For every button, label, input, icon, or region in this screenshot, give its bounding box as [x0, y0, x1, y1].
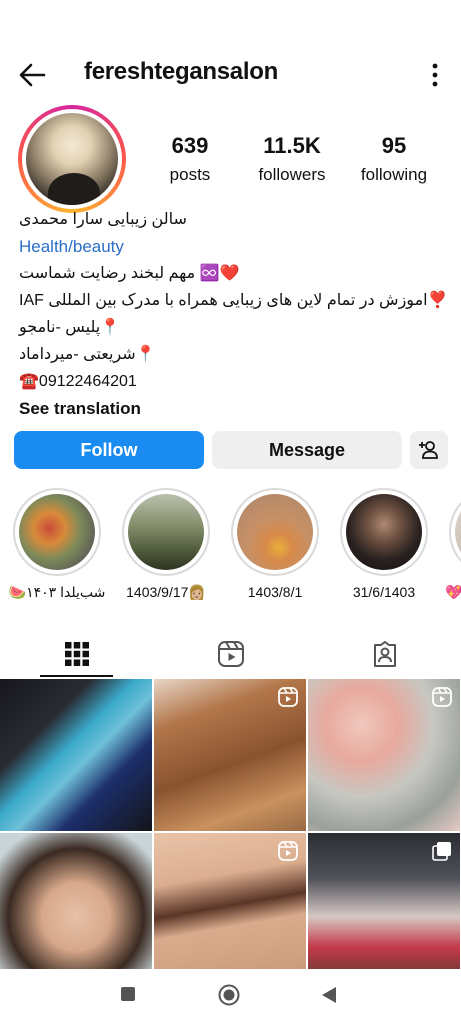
bio-line: 📍شریعتی -میرداماد — [19, 346, 156, 363]
multi-photo-icon — [432, 842, 451, 861]
bio-name: سالن زیبایی سارا محمدی — [19, 211, 187, 228]
highlight-item[interactable]: 🍉شب‌یلدا ۱۴۰۳ — [7, 488, 107, 601]
stat-following-label: following — [360, 165, 428, 184]
back-triangle-icon[interactable] — [320, 986, 338, 1004]
stat-posts-label: posts — [169, 165, 211, 184]
tagged-person-icon — [373, 641, 396, 667]
stat-followers-label: followers — [258, 165, 326, 184]
post-thumbnail[interactable] — [154, 679, 306, 831]
highlight-item[interactable]: 1403/8/1 — [225, 488, 325, 600]
story-highlights: 🍉شب‌یلدا ۱۴۰۳ 1403/9/17👩🏼 1403/8/1 31/6/… — [0, 488, 461, 608]
posts-grid — [0, 679, 461, 985]
see-translation-link[interactable]: See translation — [19, 395, 439, 422]
active-tab-indicator — [40, 675, 113, 677]
tab-reels[interactable] — [154, 630, 307, 678]
tab-tagged[interactable] — [308, 630, 461, 678]
follow-button[interactable]: Follow — [14, 431, 204, 469]
stat-posts-count: 639 — [171, 133, 209, 158]
post-thumbnail[interactable] — [308, 833, 460, 985]
stat-followers[interactable]: 11.5K followers — [242, 133, 342, 185]
highlight-caption: 1403/9/17👩🏼 — [126, 584, 206, 600]
stat-following-count: 95 — [381, 133, 407, 158]
more-options-icon[interactable] — [431, 62, 439, 88]
stat-posts[interactable]: 639 posts — [140, 133, 240, 185]
post-thumbnail[interactable] — [308, 679, 460, 831]
highlight-caption: 🍉شب‌یلدا ۱۴۰۳ — [8, 584, 106, 600]
highlight-cover — [346, 494, 422, 570]
highlight-caption: 31/6/1403 — [352, 584, 416, 600]
profile-tabs — [0, 630, 461, 678]
grid-icon — [64, 642, 89, 666]
reel-indicator-icon — [278, 841, 298, 861]
highlight-caption: 1403/8/1 — [247, 584, 303, 600]
stat-followers-count: 11.5K — [263, 133, 321, 158]
stat-following[interactable]: 95 following — [344, 133, 444, 185]
reels-icon — [217, 641, 244, 667]
bio-line: IAF اموزش در تمام لاین های زیبایی همراه … — [19, 292, 448, 309]
post-thumbnail[interactable] — [0, 679, 152, 831]
profile-stats: 639 posts 11.5K followers 95 following — [140, 133, 461, 193]
highlight-cover — [19, 494, 95, 570]
message-button[interactable]: Message — [212, 431, 402, 469]
profile-username: fereshtegansalon — [84, 58, 278, 85]
profile-bio: سالن زیبایی سارا محمدی Health/beauty ❤️♾… — [19, 206, 448, 422]
highlight-cover — [237, 494, 313, 570]
highlight-caption: 💖 — [445, 584, 461, 600]
highlight-item[interactable]: 31/6/1403 — [334, 488, 434, 600]
bio-line: 📍پلیس -نامجو — [19, 319, 121, 336]
back-arrow-icon[interactable] — [16, 58, 50, 92]
recent-apps-icon[interactable] — [120, 986, 136, 1002]
post-thumbnail[interactable] — [0, 833, 152, 985]
bio-category[interactable]: Health/beauty — [19, 233, 439, 260]
bio-line: ❤️♾️ مهم لبخند رضایت شماست — [19, 265, 240, 282]
reel-indicator-icon — [278, 687, 298, 707]
system-nav-bar — [0, 969, 461, 1024]
top-bar: fereshtegansalon — [0, 52, 461, 96]
highlight-item[interactable]: 1403/9/17👩🏼 — [116, 488, 216, 601]
suggest-people-button[interactable] — [410, 431, 448, 469]
home-icon[interactable] — [218, 984, 240, 1006]
avatar-image — [26, 113, 118, 205]
post-thumbnail[interactable] — [154, 833, 306, 985]
add-person-icon — [419, 441, 438, 459]
profile-avatar[interactable] — [18, 105, 126, 213]
highlight-item[interactable]: 💖 — [443, 488, 461, 601]
tab-posts[interactable] — [0, 630, 153, 678]
highlight-cover — [128, 494, 204, 570]
reel-indicator-icon — [432, 687, 452, 707]
highlight-cover — [455, 494, 461, 570]
bio-phone[interactable]: ☎️09122464201 — [19, 368, 439, 395]
